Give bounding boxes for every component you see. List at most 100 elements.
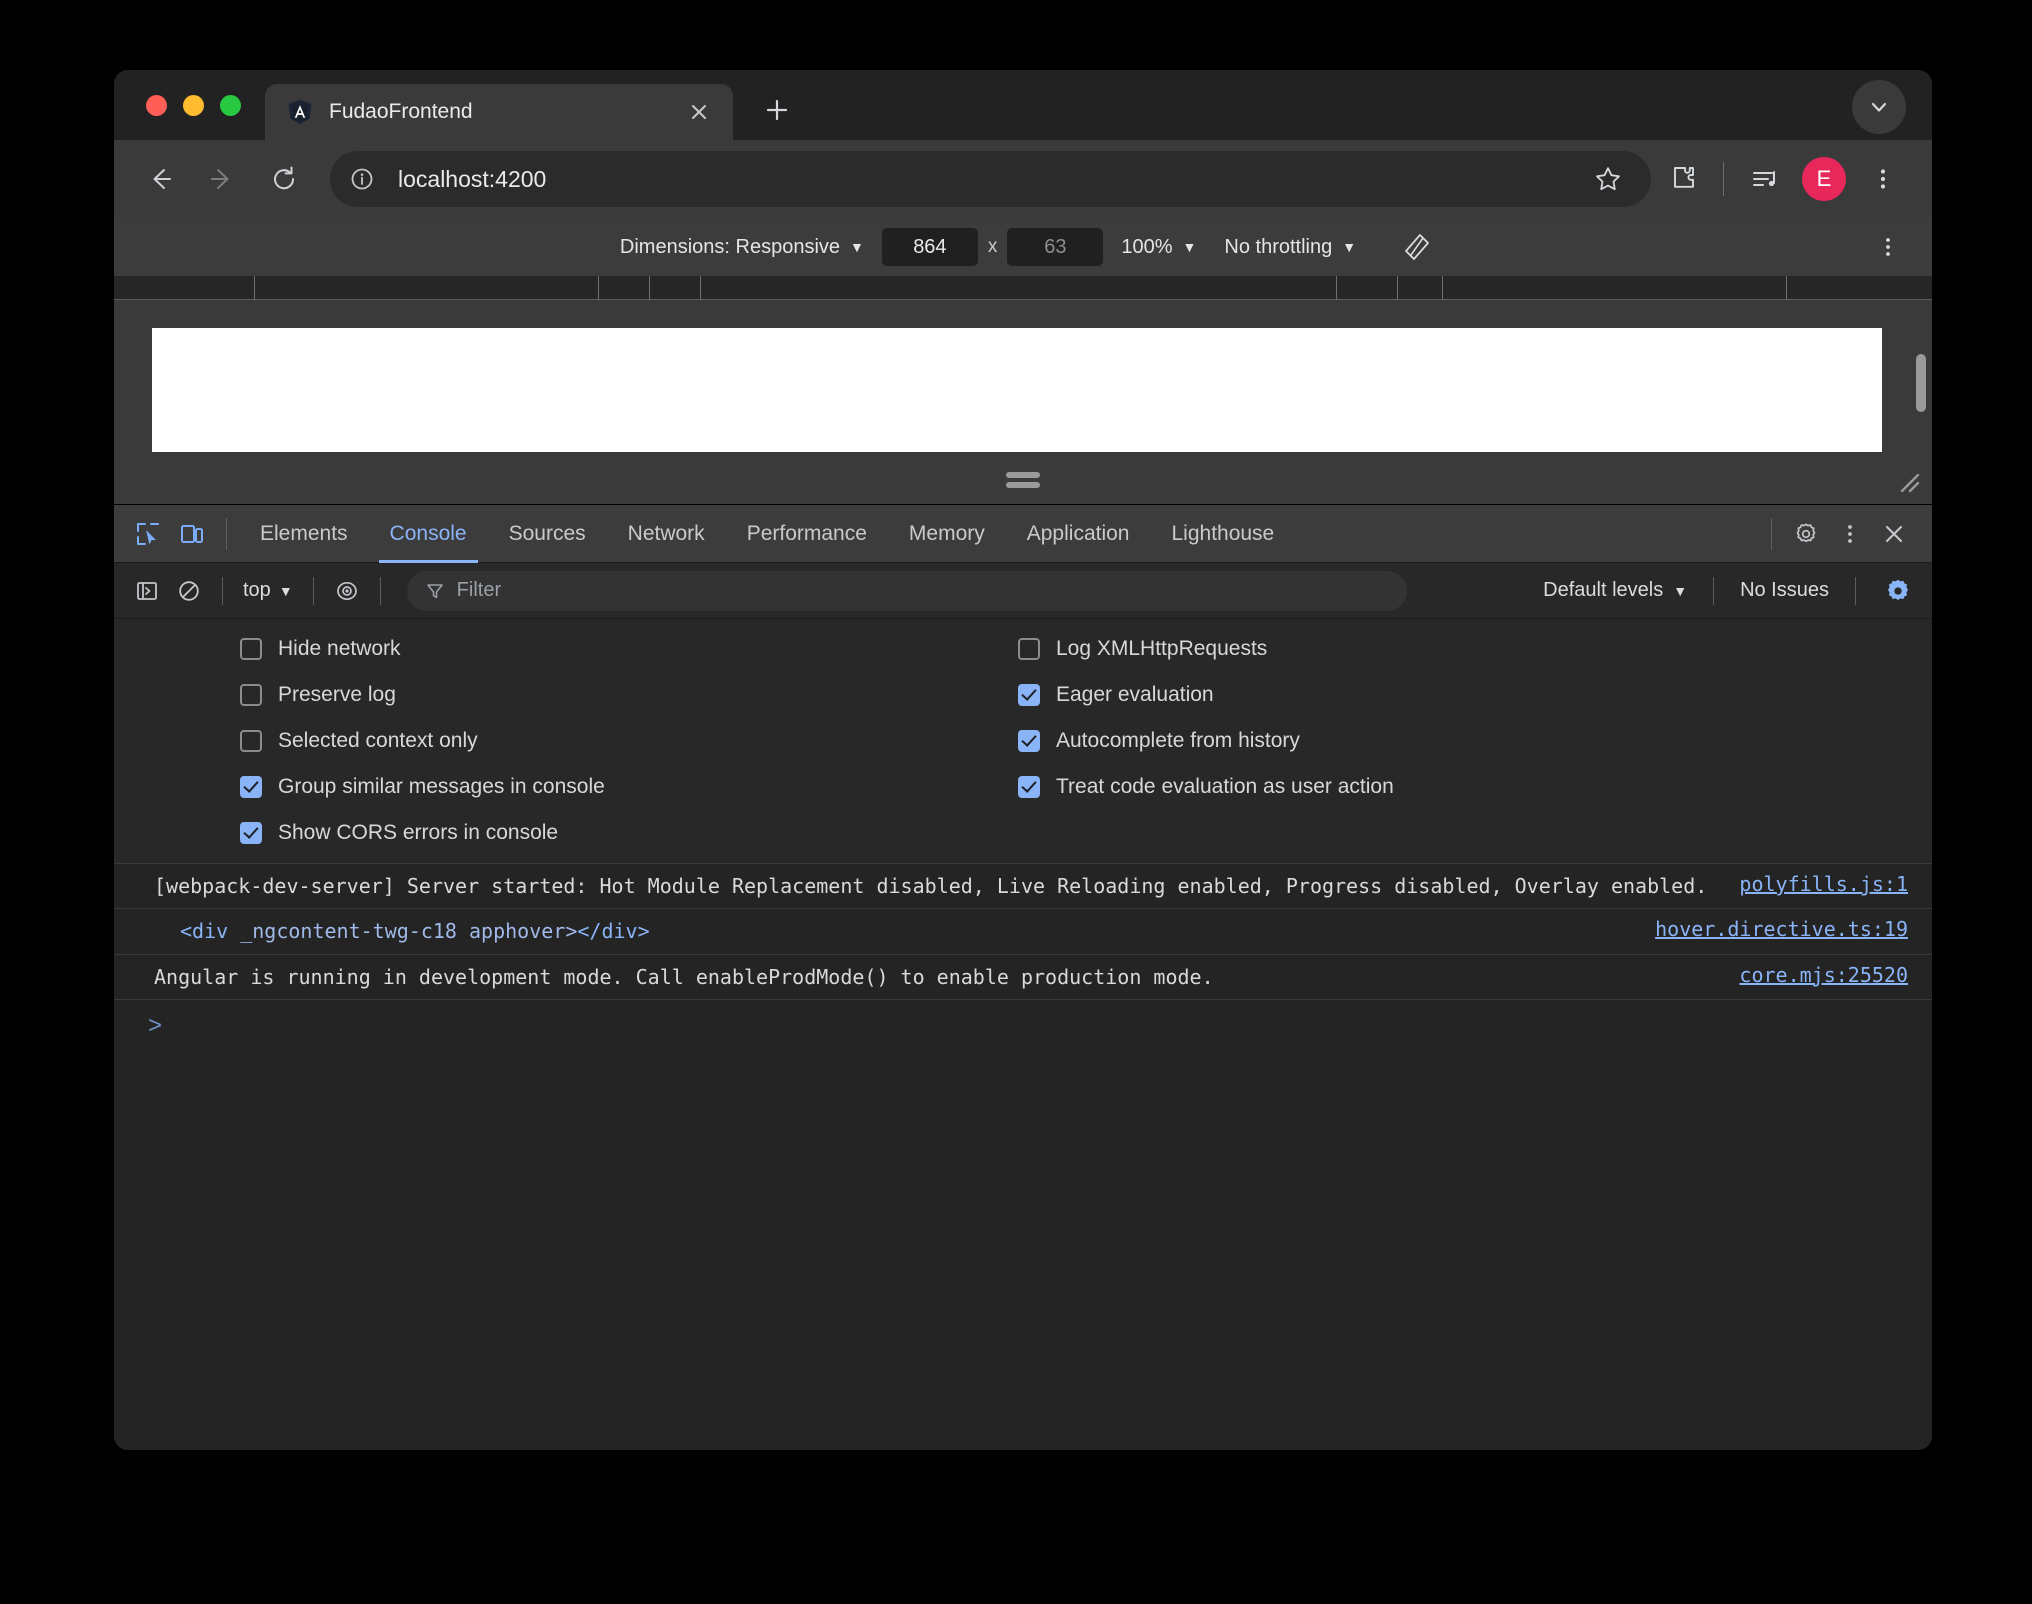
setting-show-cors-errors[interactable]: Show CORS errors in console: [240, 821, 994, 845]
viewport-height-resize-handle[interactable]: [1006, 472, 1040, 488]
setting-label: Log XMLHttpRequests: [1056, 637, 1267, 661]
checkbox[interactable]: [1018, 776, 1040, 798]
create-live-expression-button[interactable]: [326, 570, 368, 612]
reload-button[interactable]: [256, 151, 312, 207]
setting-group-similar-messages[interactable]: Group similar messages in console: [240, 775, 994, 799]
device-toolbar-more-button[interactable]: [1868, 227, 1908, 267]
profile-avatar[interactable]: E: [1802, 157, 1846, 201]
devtools-close-button[interactable]: [1872, 512, 1916, 556]
tab-lighthouse[interactable]: Lighthouse: [1150, 505, 1295, 563]
console-message-source-link[interactable]: hover.directive.ts:19: [1655, 917, 1908, 941]
forward-arrow-icon: [207, 164, 237, 194]
browser-tab[interactable]: FudaoFrontend: [265, 84, 733, 140]
console-settings-right-column: Log XMLHttpRequests Eager evaluation Aut…: [994, 637, 1932, 845]
viewport-corner-resize-handle[interactable]: [1896, 470, 1922, 496]
devtools-settings-button[interactable]: [1784, 512, 1828, 556]
media-control-button[interactable]: [1740, 154, 1790, 204]
setting-autocomplete-from-history[interactable]: Autocomplete from history: [1018, 729, 1932, 753]
checkbox[interactable]: [240, 730, 262, 752]
console-prompt[interactable]: >: [114, 1000, 1932, 1052]
toggle-console-sidebar-button[interactable]: [126, 570, 168, 612]
tab-console[interactable]: Console: [369, 505, 488, 563]
console-settings-button[interactable]: [1876, 569, 1920, 613]
setting-hide-network[interactable]: Hide network: [240, 637, 994, 661]
execution-context-dropdown[interactable]: top ▼: [235, 579, 301, 602]
checkbox[interactable]: [1018, 638, 1040, 660]
three-dot-menu-icon: [1870, 166, 1896, 192]
toolbar-divider: [226, 518, 227, 550]
minimize-window-button[interactable]: [183, 95, 204, 116]
close-window-button[interactable]: [146, 95, 167, 116]
resize-corner-icon: [1896, 470, 1922, 496]
forward-button[interactable]: [194, 151, 250, 207]
tab-memory[interactable]: Memory: [888, 505, 1006, 563]
extensions-button[interactable]: [1657, 154, 1707, 204]
tab-search-button[interactable]: [1852, 80, 1906, 134]
clear-console-button[interactable]: [168, 570, 210, 612]
show-console-sidebar-icon: [135, 579, 159, 603]
tab-application[interactable]: Application: [1006, 505, 1151, 563]
checkbox[interactable]: [240, 822, 262, 844]
devtools-more-button[interactable]: [1828, 512, 1872, 556]
device-viewport-area: [114, 276, 1932, 504]
console-message[interactable]: [webpack-dev-server] Server started: Hot…: [114, 864, 1932, 909]
bookmark-button[interactable]: [1585, 156, 1631, 202]
emulated-page-viewport[interactable]: [152, 328, 1882, 452]
dimensions-dropdown[interactable]: Dimensions: Responsive ▼: [606, 236, 878, 259]
address-bar[interactable]: localhost:4200: [330, 151, 1651, 207]
viewport-height-input[interactable]: 63: [1007, 228, 1103, 266]
browser-menu-button[interactable]: [1858, 154, 1908, 204]
setting-label: Autocomplete from history: [1056, 729, 1300, 753]
window-controls: [136, 70, 253, 140]
console-message[interactable]: Angular is running in development mode. …: [114, 955, 1932, 1000]
console-prompt-input[interactable]: [176, 1013, 1908, 1039]
zoom-dropdown[interactable]: 100% ▼: [1107, 236, 1210, 259]
rotate-device-button[interactable]: [1394, 224, 1440, 270]
chevron-down-icon: ▼: [1183, 240, 1197, 254]
issues-counter[interactable]: No Issues: [1726, 579, 1843, 602]
reload-icon: [269, 164, 299, 194]
console-message-source-link[interactable]: core.mjs:25520: [1739, 963, 1908, 987]
setting-log-xmlhttprequests[interactable]: Log XMLHttpRequests: [1018, 637, 1932, 661]
setting-eager-evaluation[interactable]: Eager evaluation: [1018, 683, 1932, 707]
angular-logo-icon: [287, 99, 313, 125]
checkbox[interactable]: [240, 684, 262, 706]
setting-selected-context-only[interactable]: Selected context only: [240, 729, 994, 753]
setting-preserve-log[interactable]: Preserve log: [240, 683, 994, 707]
checkbox[interactable]: [240, 776, 262, 798]
toggle-device-toolbar-button[interactable]: [170, 512, 214, 556]
tab-network[interactable]: Network: [607, 505, 726, 563]
close-tab-button[interactable]: [683, 96, 715, 128]
tab-performance[interactable]: Performance: [726, 505, 888, 563]
viewport-width-resize-handle[interactable]: [1916, 354, 1926, 412]
tab-title: FudaoFrontend: [329, 100, 667, 124]
setting-treat-code-evaluation-as-user-action[interactable]: Treat code evaluation as user action: [1018, 775, 1932, 799]
console-filter-input[interactable]: Filter: [407, 571, 1407, 611]
checkbox[interactable]: [1018, 730, 1040, 752]
console-prompt-caret-icon: >: [148, 1012, 162, 1040]
back-button[interactable]: [132, 151, 188, 207]
filter-bar-right-group: Default levels ▼ No Issues: [1529, 569, 1920, 613]
site-info-button[interactable]: [340, 157, 384, 201]
console-message-source-link[interactable]: polyfills.js:1: [1739, 872, 1908, 896]
console-message[interactable]: <div _ngcontent-twg-c18 apphover></div> …: [114, 909, 1932, 954]
checkbox[interactable]: [240, 638, 262, 660]
media-playlist-icon: [1750, 164, 1780, 194]
filter-bar-divider: [380, 577, 381, 605]
tab-elements[interactable]: Elements: [239, 505, 369, 563]
viewport-width-input[interactable]: 864: [882, 228, 978, 266]
new-tab-button[interactable]: [755, 88, 799, 132]
toolbar-divider: [1771, 518, 1772, 550]
checkbox[interactable]: [1018, 684, 1040, 706]
html-attributes: _ngcontent-twg-c18 apphover>: [228, 919, 577, 943]
chevron-down-icon: [1867, 95, 1891, 119]
maximize-window-button[interactable]: [220, 95, 241, 116]
tab-sources[interactable]: Sources: [488, 505, 607, 563]
back-arrow-icon: [145, 164, 175, 194]
throttling-dropdown[interactable]: No throttling ▼: [1210, 236, 1370, 259]
console-message-list[interactable]: [webpack-dev-server] Server started: Hot…: [114, 864, 1932, 1450]
console-message-text: [webpack-dev-server] Server started: Hot…: [154, 872, 1719, 900]
viewport-ruler[interactable]: [114, 276, 1932, 300]
log-levels-dropdown[interactable]: Default levels ▼: [1529, 579, 1701, 602]
inspect-element-button[interactable]: [126, 512, 170, 556]
